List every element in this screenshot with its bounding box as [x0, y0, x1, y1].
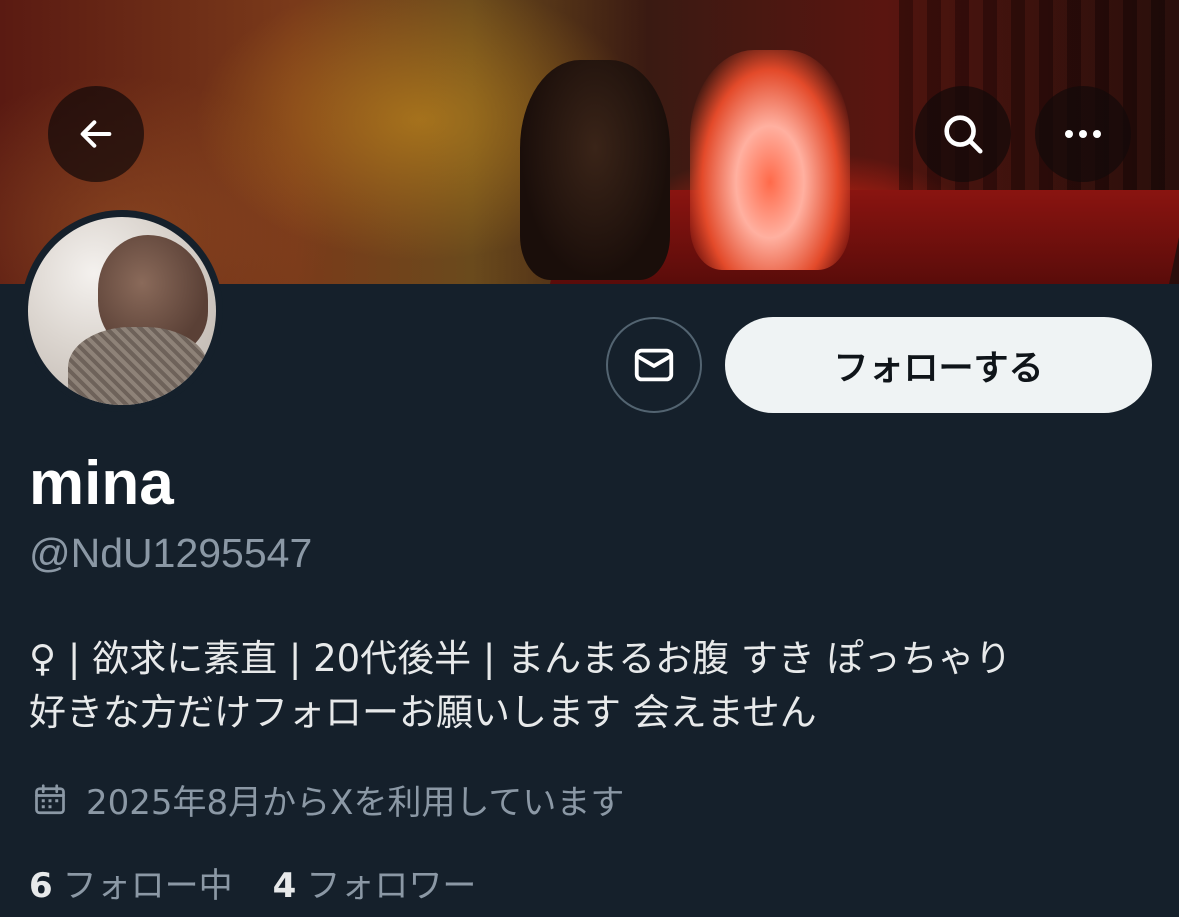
- back-button[interactable]: [48, 86, 144, 182]
- following-label[interactable]: フォロー中: [63, 858, 233, 907]
- avatar-ring[interactable]: [21, 210, 223, 412]
- following-count[interactable]: 6: [29, 866, 53, 906]
- follow-button[interactable]: フォローする: [725, 317, 1152, 413]
- message-button[interactable]: [606, 317, 702, 413]
- more-horizontal-icon: [1065, 130, 1101, 138]
- followers-count[interactable]: 4: [273, 866, 297, 906]
- avatar-body: [68, 327, 208, 405]
- profile-bio: ♀ | 欲求に素直 | 20代後半 | まんまるお腹 すき ぽっちゃり 好きな方…: [29, 632, 1159, 740]
- join-date: 2025年8月からXを利用しています: [32, 775, 624, 824]
- search-icon: [944, 115, 983, 154]
- avatar[interactable]: [28, 217, 216, 405]
- followers-label[interactable]: フォロワー: [306, 858, 476, 907]
- follow-stats: 6 フォロー中 4 フォロワー: [29, 858, 516, 907]
- envelope-icon: [634, 348, 674, 382]
- calendar-icon: [35, 783, 65, 814]
- banner-performer-right: [690, 50, 850, 270]
- more-options-button[interactable]: [1035, 86, 1131, 182]
- bio-line-1: ♀ | 欲求に素直 | 20代後半 | まんまるお腹 すき ぽっちゃり: [29, 637, 1012, 680]
- display-name: mina: [29, 449, 174, 518]
- banner-performer-left: [520, 60, 670, 280]
- bio-line-2: 好きな方だけフォローお願いします 会えません: [29, 691, 817, 734]
- join-date-text: 2025年8月からXを利用しています: [86, 783, 625, 823]
- user-handle: @NdU1295547: [29, 530, 313, 576]
- search-button[interactable]: [915, 86, 1011, 182]
- arrow-left-icon: [80, 120, 112, 148]
